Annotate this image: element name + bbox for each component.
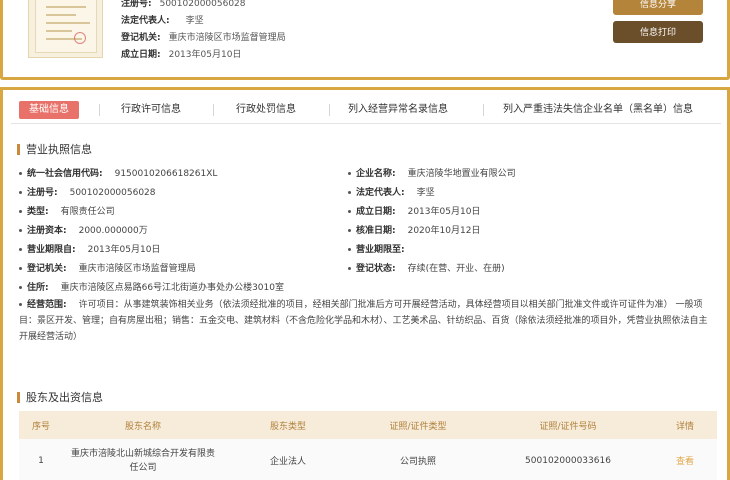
bullet-icon [348, 172, 351, 175]
bullet-icon [19, 286, 22, 289]
view-detail-link[interactable]: 查看 [653, 439, 717, 480]
table-row: 1 重庆市涪陵北山新城综合开发有限责任公司 企业法人 公司执照 50010200… [19, 439, 717, 480]
stamp-icon [74, 32, 86, 44]
bullet-icon [348, 248, 351, 251]
field-reg-no: 注册号: 500102000056028 [19, 185, 156, 201]
tab-abnormal-list[interactable]: 列入经营异常名录信息 [348, 101, 448, 119]
field-legal-rep: 法定代表人: 李坚 [348, 185, 435, 201]
field-founded: 成立日期: 2013年05月10日 [348, 204, 480, 220]
summary-info: 注册号: 500102000056028 法定代表人: 李坚 登记机关: 重庆市涪陵区… [121, 0, 286, 64]
print-info-button[interactable]: 信息打印 [613, 21, 703, 43]
shareholder-section-title: 股东及出资信息 [17, 392, 103, 403]
tab-bar: 基础信息 行政许可信息 行政处罚信息 列入经营异常名录信息 列入严重违法失信企业… [11, 96, 721, 124]
field-term-from: 营业期限自: 2013年05月10日 [19, 242, 160, 258]
license-line [46, 6, 86, 8]
tab-divider [213, 104, 214, 116]
shareholder-table: 序号 股东名称 股东类型 证照/证件类型 证照/证件号码 详情 1 重庆市涪陵北… [19, 411, 717, 480]
license-paper [35, 0, 97, 53]
column-header: 股东类型 [223, 411, 353, 439]
bullet-icon [348, 267, 351, 270]
share-info-button[interactable]: 信息分享 [613, 0, 703, 15]
summary-reg-no: 注册号: 500102000056028 [121, 0, 246, 9]
cell-cert-no: 500102000033616 [483, 439, 653, 480]
bullet-icon [19, 248, 22, 251]
tab-basic-info[interactable]: 基础信息 [19, 101, 79, 119]
field-business-scope: 经营范围: 许可项目：从事建筑装饰相关业务（依法须经批准的项目，经相关部门批准后方… [19, 300, 708, 342]
bullet-icon [348, 191, 351, 194]
bullet-icon [19, 229, 22, 232]
license-line [46, 30, 72, 32]
license-line [46, 22, 90, 24]
summary-card: 注册号: 500102000056028 法定代表人: 李坚 登记机关: 重庆市涪陵区… [0, 0, 730, 80]
tab-admin-license[interactable]: 行政许可信息 [121, 101, 181, 119]
cell-index: 1 [19, 439, 63, 480]
summary-legal-rep: 法定代表人: 李坚 [121, 16, 204, 26]
bullet-icon [19, 267, 22, 270]
main-panel: 基础信息 行政许可信息 行政处罚信息 列入经营异常名录信息 列入严重违法失信企业… [0, 87, 730, 480]
license-thumbnail-image[interactable] [28, 0, 103, 58]
bullet-icon [348, 210, 351, 213]
bullet-icon [19, 210, 22, 213]
tab-divider [483, 104, 484, 116]
bullet-icon [19, 191, 22, 194]
license-line [46, 14, 76, 16]
summary-founded: 成立日期: 2013年05月10日 [121, 50, 242, 60]
tab-divider [99, 104, 100, 116]
column-header: 股东名称 [63, 411, 223, 439]
field-term-to: 营业期限至: [348, 242, 417, 258]
cell-cert-type: 公司执照 [353, 439, 483, 480]
tab-admin-penalty[interactable]: 行政处罚信息 [236, 101, 296, 119]
field-type: 类型: 有限责任公司 [19, 204, 115, 220]
summary-authority: 登记机关: 重庆市涪陵区市场监督管理局 [121, 33, 286, 43]
tab-blacklist[interactable]: 列入严重违法失信企业名单（黑名单）信息 [503, 101, 693, 119]
column-header: 证照/证件号码 [483, 411, 653, 439]
bullet-icon [348, 229, 351, 232]
field-approval-date: 核准日期: 2020年10月12日 [348, 223, 480, 239]
license-section-title: 营业执照信息 [17, 144, 92, 155]
field-reg-capital: 注册资本: 2000.000000万 [19, 223, 148, 239]
bullet-icon [19, 303, 22, 306]
column-header: 详情 [653, 411, 717, 439]
cell-shareholder-name: 重庆市涪陵北山新城综合开发有限责任公司 [63, 439, 223, 480]
field-reg-status: 登记状态: 存续(在营、开业、在册) [348, 261, 505, 277]
bullet-icon [19, 172, 22, 175]
field-credit-code: 统一社会信用代码: 9150010206618261XL [19, 166, 217, 182]
field-company-name: 企业名称: 重庆涪陵华地置业有限公司 [348, 166, 516, 182]
table-header-row: 序号 股东名称 股东类型 证照/证件类型 证照/证件号码 详情 [19, 411, 717, 439]
field-authority: 登记机关: 重庆市涪陵区市场监督管理局 [19, 261, 196, 277]
field-address: 住所: 重庆市涪陵区点易路66号江北街道办事处办公楼3010室 [19, 280, 284, 296]
cell-shareholder-type: 企业法人 [223, 439, 353, 480]
column-header: 证照/证件类型 [353, 411, 483, 439]
column-header: 序号 [19, 411, 63, 439]
tab-divider [329, 104, 330, 116]
